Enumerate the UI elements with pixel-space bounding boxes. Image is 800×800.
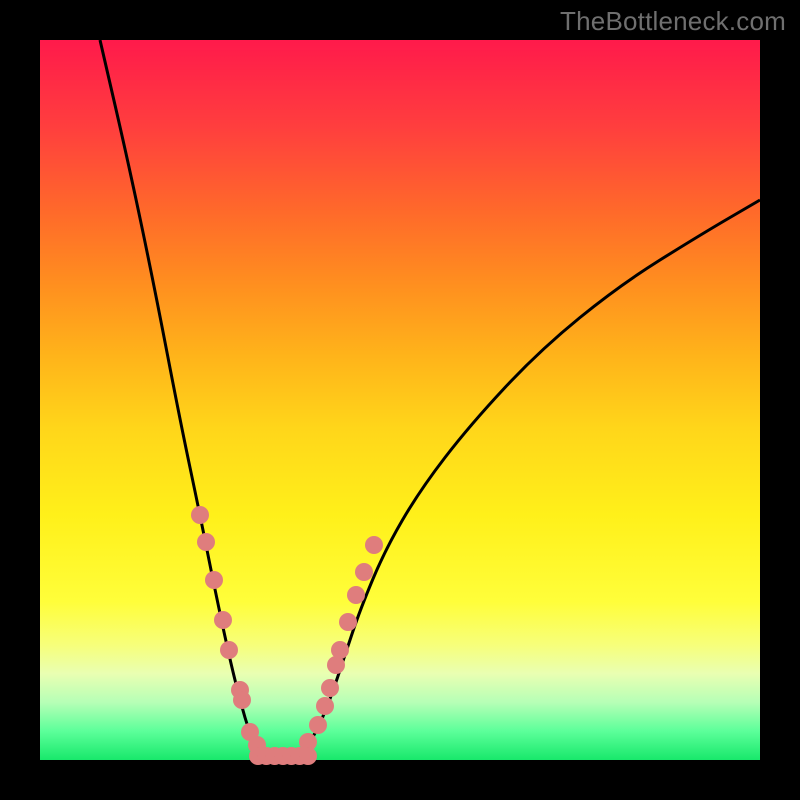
curve-right-branch — [280, 200, 760, 760]
marker-dot — [321, 679, 339, 697]
markers-trough — [249, 747, 317, 765]
marker-dot — [220, 641, 238, 659]
marker-dot — [355, 563, 373, 581]
marker-dot — [191, 506, 209, 524]
marker-dot — [205, 571, 223, 589]
marker-dot — [309, 716, 327, 734]
marker-dot — [347, 586, 365, 604]
curve-left-branch — [100, 40, 280, 760]
marker-dot — [299, 747, 317, 765]
marker-dot — [339, 613, 357, 631]
marker-dot — [331, 641, 349, 659]
marker-dot — [214, 611, 232, 629]
marker-dot — [316, 697, 334, 715]
markers-right — [299, 536, 383, 751]
plot-area — [40, 40, 760, 760]
marker-dot — [197, 533, 215, 551]
chart-frame: TheBottleneck.com — [0, 0, 800, 800]
marker-dot — [233, 691, 251, 709]
watermark-text: TheBottleneck.com — [560, 6, 786, 37]
markers-left — [191, 506, 266, 754]
marker-dot — [365, 536, 383, 554]
curve-svg — [40, 40, 760, 760]
